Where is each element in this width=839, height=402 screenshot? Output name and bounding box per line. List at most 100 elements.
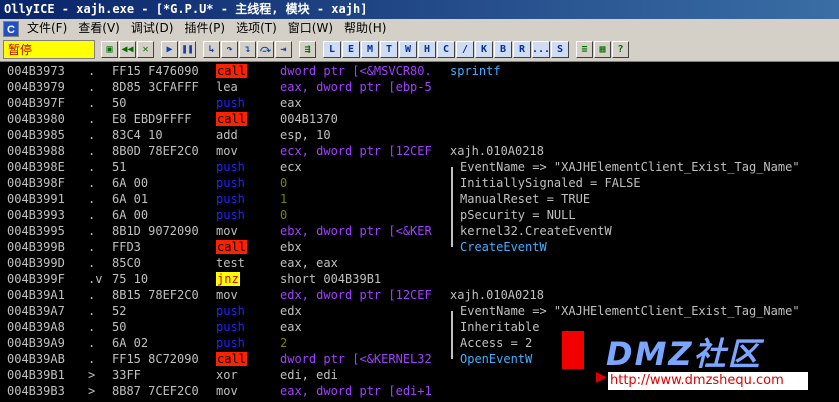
disasm-row[interactable]: 004B3979. 8D85 3CFAFFF lea eax, dword ptr [… xyxy=(0,79,839,95)
disasm-address: 004B3988 xyxy=(7,144,65,158)
disasm-marker: . xyxy=(88,288,96,302)
run-trace-window-button[interactable]: ... xyxy=(532,41,550,58)
disasm-row[interactable]: 004B3995. 8B1D 9072090 mov ebx, dword ptr [… xyxy=(0,223,839,239)
disasm-row[interactable]: 004B3991. 6A 01 push 1 ManualReset = TRUE xyxy=(0,191,839,207)
log-window-button[interactable]: L xyxy=(323,41,341,58)
trace-over-button[interactable]: ⤼ xyxy=(257,41,274,58)
disasm-mnemonic-cell: push xyxy=(216,191,274,207)
patches-window-button[interactable]: / xyxy=(456,41,474,58)
breakpoints-window-button[interactable]: B xyxy=(494,41,512,58)
disasm-mnemonic: push xyxy=(216,208,245,222)
disasm-row[interactable]: 004B39A7. 52 push edx EventName => "XAJHElem… xyxy=(0,303,839,319)
step-over-button[interactable]: ↷ xyxy=(221,41,238,58)
disasm-operands: eax xyxy=(280,96,302,110)
disasm-row[interactable]: 004B3985. 83C4 10 add esp, 10 xyxy=(0,127,839,143)
disasm-comment xyxy=(450,127,839,143)
menu-view[interactable]: 查看(V) xyxy=(74,19,127,38)
close-button[interactable]: ✕ xyxy=(137,41,154,58)
references-window-button[interactable]: R xyxy=(513,41,531,58)
menu-plugins[interactable]: 插件(P) xyxy=(180,19,232,38)
menu-options[interactable]: 选项(T) xyxy=(232,19,284,38)
cpu-window-button[interactable]: C xyxy=(437,41,455,58)
disasm-hex: FF15 F476090 xyxy=(112,64,199,78)
handles-window-button[interactable]: H xyxy=(418,41,436,58)
disasm-mnemonic: push xyxy=(216,304,245,318)
execute-till-return-button[interactable]: ⇥ xyxy=(275,41,292,58)
menu-window[interactable]: 窗口(W) xyxy=(284,19,340,38)
disasm-row[interactable]: 004B399D. 85C0 test eax, eax xyxy=(0,255,839,271)
trace-into-button[interactable]: ↴ xyxy=(239,41,256,58)
disasm-operands: 004B1370 xyxy=(280,112,338,126)
disasm-marker: . xyxy=(88,304,96,318)
disasm-mnemonic-cell: call xyxy=(216,63,274,79)
disasm-row[interactable]: 004B3973. FF15 F476090 call dword ptr [<&MS… xyxy=(0,63,839,79)
app-icon[interactable]: C xyxy=(3,20,19,37)
step-into-button[interactable]: ↳ xyxy=(203,41,220,58)
disasm-operands: edi, edi xyxy=(280,368,338,382)
disasm-row[interactable]: 004B3988. 8B0D 78EF2C0 mov ecx, dword ptr [… xyxy=(0,143,839,159)
disasm-operands: ecx xyxy=(280,160,302,174)
disasm-row[interactable]: 004B3993. 6A 00 push 0 pSecurity = NULL xyxy=(0,207,839,223)
callstack-window-button[interactable]: K xyxy=(475,41,493,58)
disasm-hex: 8B87 7CEF2C0 xyxy=(112,384,199,398)
threads-window-button[interactable]: T xyxy=(380,41,398,58)
disasm-row[interactable]: 004B398F. 6A 00 push 0 InitiallySignaled = F… xyxy=(0,175,839,191)
menu-file[interactable]: 文件(F) xyxy=(23,19,74,38)
disasm-row[interactable]: 004B3980. E8 EBD9FFFF call 004B1370 xyxy=(0,111,839,127)
disasm-operands: edx xyxy=(280,304,302,318)
watermark-logo: DMZ社区 xyxy=(606,335,762,373)
disasm-mnemonic: jnz xyxy=(216,272,240,286)
open-button[interactable]: ▣ xyxy=(101,41,118,58)
disasm-row[interactable]: 004B398E. 51 push ecx EventName => "XAJHElem… xyxy=(0,159,839,175)
disasm-hex: 6A 01 xyxy=(112,192,149,206)
disasm-operands: 1 xyxy=(280,192,288,206)
disasm-address: 004B3993 xyxy=(7,208,65,222)
menu-debug[interactable]: 调试(D) xyxy=(127,19,181,38)
disasm-mnemonic-cell: push xyxy=(216,335,274,351)
help-button[interactable]: ? xyxy=(612,41,629,58)
disasm-hex: FF15 8C72090 xyxy=(112,352,199,366)
disasm-marker: . xyxy=(88,224,96,238)
disasm-marker: . xyxy=(88,256,96,270)
toolbar-group-file: ▣ ◀◀ ✕ xyxy=(101,41,155,58)
restart-button[interactable]: ◀◀ xyxy=(119,41,136,58)
disasm-address: 004B39A7 xyxy=(7,304,65,318)
disasm-mnemonic: xor xyxy=(216,368,238,382)
disasm-row[interactable]: 004B399B. FFD3 call ebx CreateEventW xyxy=(0,239,839,255)
memory-window-button[interactable]: M xyxy=(361,41,379,58)
disasm-comment xyxy=(450,255,839,271)
disasm-hex: 6A 00 xyxy=(112,176,149,190)
disasm-mnemonic-cell: lea xyxy=(216,79,274,95)
pause-button[interactable]: ❚❚ xyxy=(179,41,196,58)
disasm-operands: eax, dword ptr [edi+1 xyxy=(280,384,432,398)
menu-help[interactable]: 帮助(H) xyxy=(340,19,393,38)
source-window-button[interactable]: S xyxy=(551,41,569,58)
disasm-mnemonic-cell: push xyxy=(216,159,274,175)
disasm-row[interactable]: 004B39A1. 8B15 78EF2C0 mov edx, dword ptr [… xyxy=(0,287,839,303)
disasm-comment: kernel32.CreateEventW xyxy=(460,224,612,238)
disasm-mnemonic-cell: push xyxy=(216,319,274,335)
disasm-mnemonic: push xyxy=(216,96,245,110)
run-button[interactable]: ▶ xyxy=(161,41,178,58)
step-into-icon: ↳ xyxy=(208,44,215,55)
list-button[interactable]: ≡ xyxy=(576,41,593,58)
disasm-marker: . xyxy=(88,208,96,222)
disasm-mnemonic: mov xyxy=(216,224,238,238)
disasm-address: 004B39B1 xyxy=(7,368,65,382)
disasm-hex: 50 xyxy=(112,96,127,110)
disasm-mnemonic: mov xyxy=(216,144,238,158)
disasm-row[interactable]: 004B397F. 50 push eax xyxy=(0,95,839,111)
disasm-hex: 6A 02 xyxy=(112,336,149,350)
goto-button[interactable]: ⇶ xyxy=(299,41,316,58)
help-icon: ? xyxy=(617,44,624,55)
disasm-mnemonic-cell: mov xyxy=(216,383,274,399)
disasm-row[interactable]: 004B399F .v 75 10 jnz short 004B39B1 xyxy=(0,271,839,287)
grid-button[interactable]: ▦ xyxy=(594,41,611,58)
disasm-marker: .v xyxy=(88,272,103,286)
disasm-address: 004B398E xyxy=(7,160,65,174)
windows-window-button[interactable]: W xyxy=(399,41,417,58)
disasm-address: 004B399D xyxy=(7,256,65,270)
disasm-mnemonic-cell: mov xyxy=(216,143,274,159)
disasm-operands: dword ptr [<&MSVCR80. xyxy=(280,64,432,78)
modules-window-button[interactable]: E xyxy=(342,41,360,58)
